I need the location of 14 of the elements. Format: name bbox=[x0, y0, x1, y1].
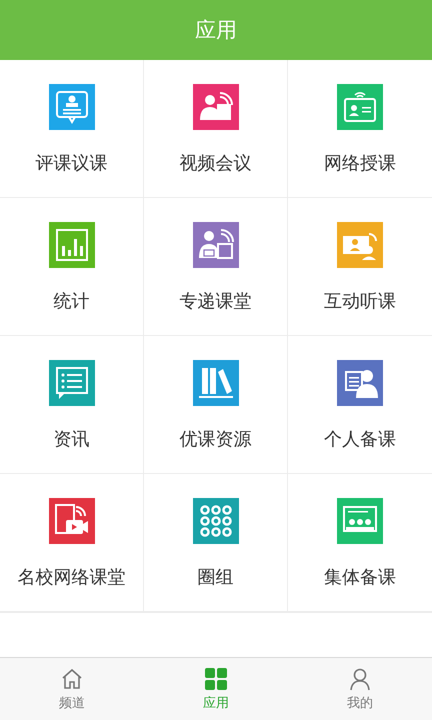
app-tile[interactable]: 评课议课 bbox=[0, 60, 144, 198]
app-tile[interactable]: 资讯 bbox=[0, 336, 144, 474]
page-title: 应用 bbox=[195, 17, 237, 44]
app-tile[interactable]: 圈组 bbox=[144, 474, 288, 612]
app-tile[interactable]: 名校网络课堂 bbox=[0, 474, 144, 612]
tab-item[interactable]: 我的 bbox=[288, 658, 432, 720]
app-tile[interactable]: 统计 bbox=[0, 198, 144, 336]
app-tile[interactable]: 优课资源 bbox=[144, 336, 288, 474]
home-icon bbox=[60, 666, 84, 690]
grid-icon bbox=[204, 666, 228, 690]
app-tile[interactable]: 专递课堂 bbox=[144, 198, 288, 336]
tab-item[interactable]: 频道 bbox=[0, 658, 144, 720]
person-icon bbox=[348, 666, 372, 690]
app-tile[interactable]: 视频会议 bbox=[144, 60, 288, 198]
